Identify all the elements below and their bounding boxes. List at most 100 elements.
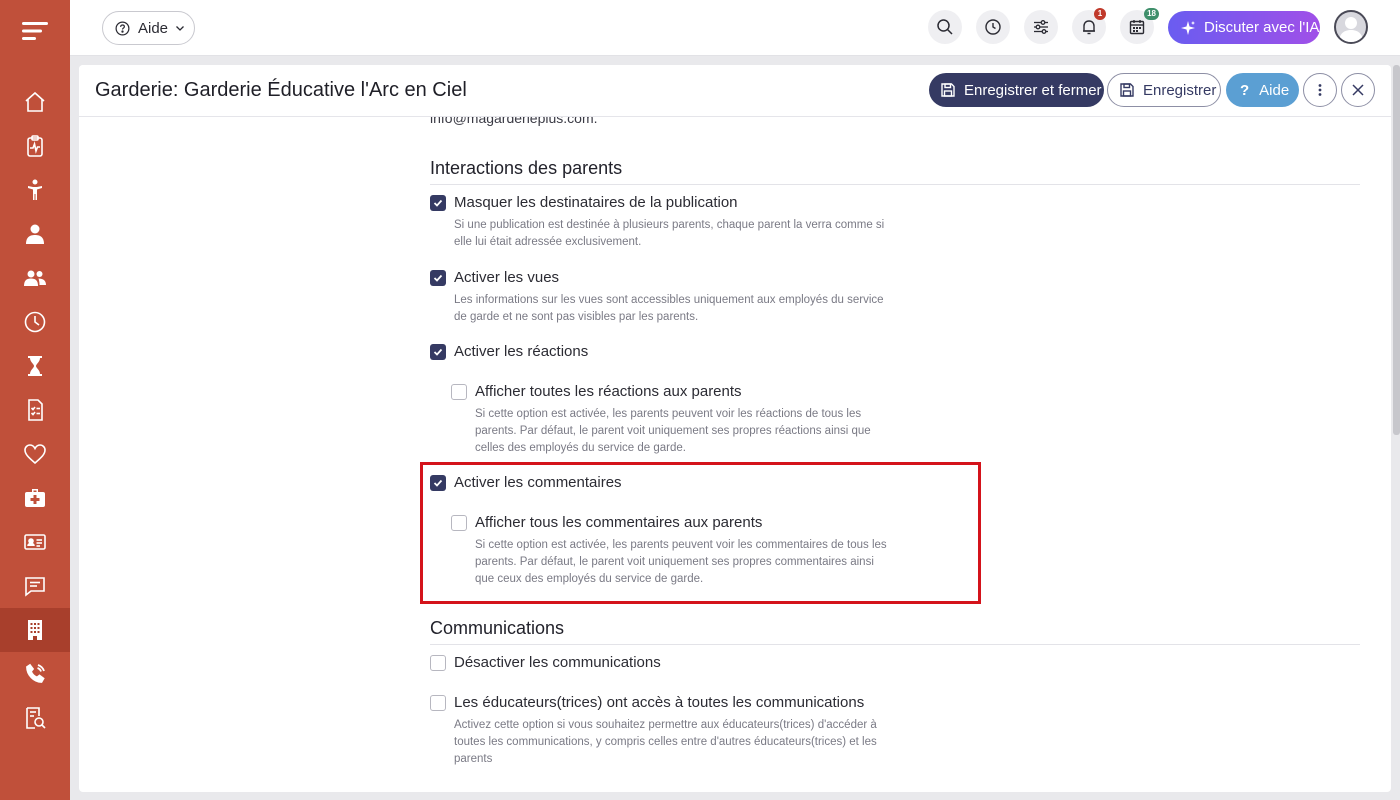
option-hide-recipients[interactable]: Masquer les destinataires de la publicat…	[430, 194, 738, 211]
child-icon	[28, 179, 42, 200]
description-line: Si une publication est destinée à plusie…	[454, 219, 885, 231]
sidebar-item-time[interactable]	[0, 300, 70, 344]
checkbox-enable-comments[interactable]	[430, 475, 446, 491]
sidebar-item-reports[interactable]	[0, 388, 70, 432]
sliders-icon	[1034, 20, 1048, 34]
checkbox-disable-communications[interactable]	[430, 655, 446, 671]
description-line: Activez cette option si vous souhaitez p…	[454, 719, 877, 731]
page-scrollbar[interactable]	[1393, 65, 1400, 435]
checkbox-enable-views[interactable]	[430, 270, 446, 286]
sidebar-item-analytics[interactable]	[0, 696, 70, 740]
option-label: Afficher tous les commentaires aux paren…	[475, 514, 763, 531]
ai-chat-button[interactable]: Discuter avec l'IA	[1168, 11, 1320, 44]
save-label: Enregistrer	[1143, 81, 1217, 99]
history-button[interactable]	[976, 10, 1010, 44]
section-title-parent-interactions: Interactions des parents	[430, 158, 623, 178]
checklist-icon	[28, 399, 43, 421]
option-label: Activer les commentaires	[454, 474, 622, 491]
home-icon	[25, 91, 45, 112]
checkbox-show-all-comments[interactable]	[451, 515, 467, 531]
option-label: Afficher toutes les réactions aux parent…	[475, 383, 742, 400]
user-avatar-icon	[1339, 17, 1363, 42]
save-icon	[1120, 83, 1134, 97]
checkbox-hide-recipients[interactable]	[430, 195, 446, 211]
check-icon	[433, 348, 443, 356]
option-label: Désactiver les communications	[454, 654, 661, 671]
option-description: Si cette option est activée, les parents…	[475, 406, 871, 457]
help-button[interactable]: ? Aide	[1226, 73, 1299, 107]
sidebar-item-messages[interactable]	[0, 564, 70, 608]
checkbox-enable-reactions[interactable]	[430, 344, 446, 360]
option-educators-access[interactable]: Les éducateurs(trices) ont accès à toute…	[430, 694, 864, 711]
id-card-icon	[24, 534, 46, 550]
description-line: toutes les communications, y compris cel…	[454, 736, 877, 748]
close-button[interactable]	[1341, 73, 1375, 107]
save-button[interactable]: Enregistrer	[1107, 73, 1221, 107]
sidebar-item-medical[interactable]	[0, 476, 70, 520]
help-dropdown-button[interactable]: Aide	[102, 11, 195, 45]
description-line: Si cette option est activée, les parents…	[475, 539, 887, 551]
description-line: Si cette option est activée, les parents…	[475, 408, 862, 420]
clock-icon	[985, 19, 1001, 35]
option-enable-comments[interactable]: Activer les commentaires	[430, 474, 622, 491]
sidebar-item-child[interactable]	[0, 168, 70, 212]
section-divider	[430, 644, 1360, 645]
save-and-close-button[interactable]: Enregistrer et fermer	[929, 73, 1104, 107]
chat-icon	[25, 577, 45, 597]
settings-scroll-area[interactable]: info@magarderieplus.com. Interactions de…	[79, 117, 1391, 792]
option-enable-reactions[interactable]: Activer les réactions	[430, 343, 588, 360]
check-icon	[433, 199, 443, 207]
calendar-button[interactable]: 18	[1120, 8, 1159, 44]
more-options-button[interactable]	[1303, 73, 1337, 107]
option-label: Masquer les destinataires de la publicat…	[454, 194, 738, 211]
description-line: elle lui était adressée exclusivement.	[454, 236, 642, 248]
notifications-badge: 1	[1094, 8, 1106, 20]
help-dropdown-label: Aide	[138, 19, 169, 37]
check-icon	[433, 479, 443, 487]
page-title: Garderie: Garderie Éducative l'Arc en Ci…	[95, 79, 467, 101]
question-mark-icon: ?	[1240, 81, 1250, 99]
description-line: parents. Par défaut, le parent voit uniq…	[475, 425, 871, 437]
sidebar-item-id-card[interactable]	[0, 520, 70, 564]
option-enable-views[interactable]: Activer les vues	[430, 269, 559, 286]
clock-icon	[24, 311, 46, 333]
panel-header: Garderie: Garderie Éducative l'Arc en Ci…	[79, 65, 1391, 117]
calendar-badge: 18	[1144, 8, 1159, 20]
filters-button[interactable]	[1024, 10, 1058, 44]
sidebar-item-daycare[interactable]	[0, 608, 70, 652]
save-icon	[941, 83, 955, 97]
option-description: Les informations sur les vues sont acces…	[454, 292, 884, 326]
chevron-down-icon	[176, 26, 184, 31]
option-disable-communications[interactable]: Désactiver les communications	[430, 654, 661, 671]
save-and-close-label: Enregistrer et fermer	[964, 81, 1102, 99]
option-description: Activez cette option si vous souhaitez p…	[454, 717, 877, 768]
sidebar	[0, 0, 70, 800]
sidebar-item-wellbeing[interactable]	[0, 432, 70, 476]
description-line: que ceux des employés du service de gard…	[475, 573, 704, 585]
close-icon	[1352, 84, 1364, 96]
daycare-settings-panel: Garderie: Garderie Éducative l'Arc en Ci…	[79, 65, 1391, 792]
building-icon	[28, 620, 42, 640]
checkbox-educators-access[interactable]	[430, 695, 446, 711]
search-button[interactable]	[928, 10, 962, 44]
section-title-communications: Communications	[430, 618, 565, 638]
sparkle-icon	[1181, 20, 1195, 35]
hamburger-menu-icon	[22, 22, 48, 40]
bell-icon	[1083, 20, 1095, 35]
sidebar-item-timer[interactable]	[0, 344, 70, 388]
sidebar-item-calls[interactable]	[0, 652, 70, 696]
checkbox-show-all-reactions[interactable]	[451, 384, 467, 400]
avatar[interactable]	[1334, 10, 1368, 44]
description-line: celles des employés du service de garde.	[475, 442, 686, 454]
check-icon	[433, 274, 443, 282]
sidebar-item-home[interactable]	[0, 80, 70, 124]
description-line: Les informations sur les vues sont acces…	[454, 294, 884, 306]
notifications-button[interactable]: 1	[1072, 8, 1106, 44]
menu-toggle-button[interactable]	[0, 0, 70, 62]
top-bar: Aide 1 18 Discuter avec l'IA	[70, 0, 1400, 56]
option-show-all-comments[interactable]: Afficher tous les commentaires aux paren…	[451, 514, 762, 531]
sidebar-item-groups[interactable]	[0, 256, 70, 300]
sidebar-item-staff[interactable]	[0, 212, 70, 256]
sidebar-item-health[interactable]	[0, 124, 70, 168]
option-show-all-reactions[interactable]: Afficher toutes les réactions aux parent…	[451, 383, 742, 400]
